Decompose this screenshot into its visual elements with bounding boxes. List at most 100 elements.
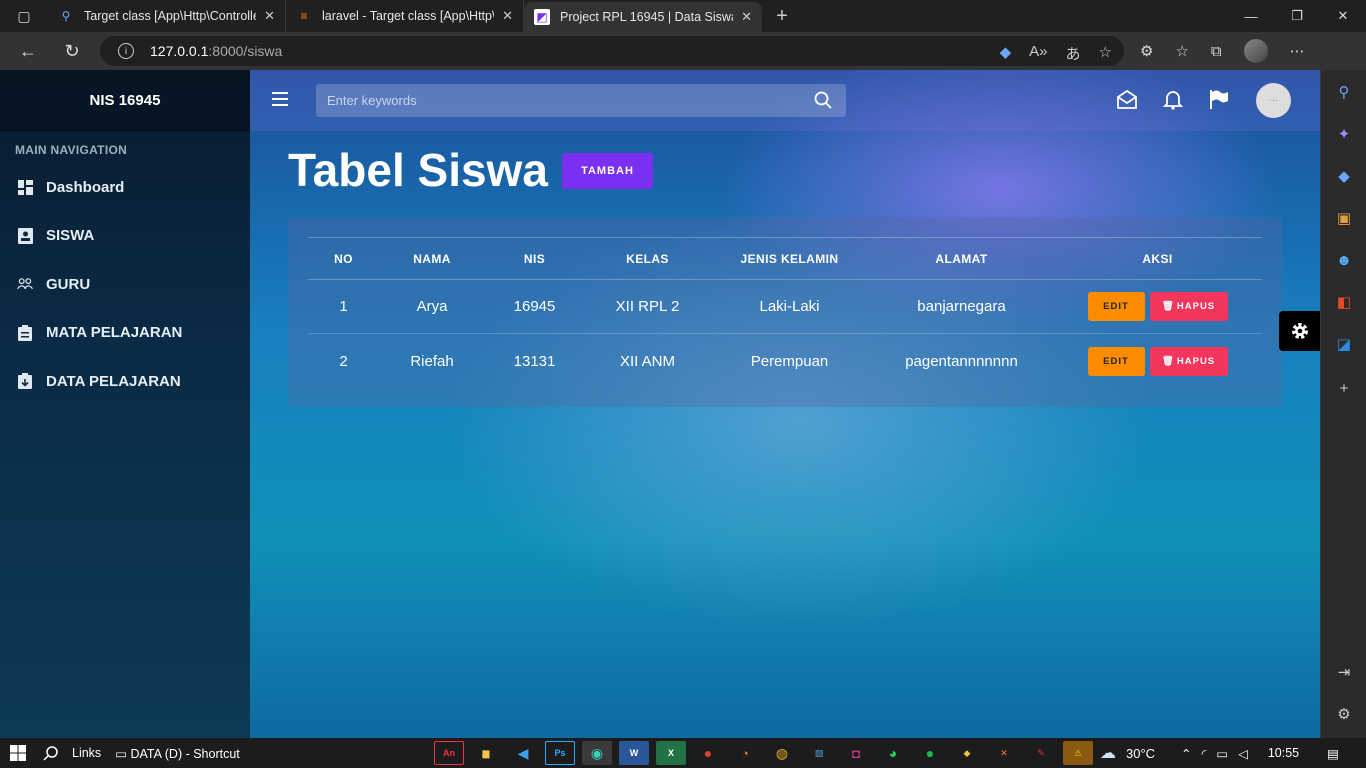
page-viewport: NIS 16945 MAIN NAVIGATION Dashboard SISW… xyxy=(0,70,1320,738)
app-icon[interactable]: ✎ xyxy=(1026,741,1056,765)
coupon-icon[interactable]: ◆ xyxy=(1000,43,1012,64)
xampp-icon[interactable]: ✕ xyxy=(989,741,1019,765)
office-icon[interactable]: ◧ xyxy=(1334,292,1354,312)
table-header: NO NAMA NIS KELAS JENIS KELAMIN ALAMAT A… xyxy=(308,237,1262,280)
cell-kelas: XII ANM xyxy=(619,352,675,370)
word-icon[interactable]: W xyxy=(619,741,649,765)
battery-icon[interactable]: ▭ xyxy=(1216,746,1228,761)
read-aloud-icon[interactable]: A» xyxy=(1029,43,1047,64)
mail-open-icon[interactable] xyxy=(1116,88,1138,115)
windows-start-icon[interactable] xyxy=(0,745,36,761)
file-explorer-icon[interactable]: ▆ xyxy=(471,741,501,765)
edge-icon[interactable]: ◉ xyxy=(582,741,612,765)
browser-tab-3[interactable]: ◩ Project RPL 16945 | Data Siswa ✕ xyxy=(524,2,762,32)
add-button[interactable]: TAMBAH xyxy=(562,153,653,189)
search-input[interactable]: Enter keywords xyxy=(316,84,846,117)
chevron-up-icon[interactable]: ⌃ xyxy=(1181,746,1191,761)
copilot-icon[interactable]: ✦ xyxy=(1334,124,1354,144)
info-icon[interactable]: i xyxy=(118,43,134,59)
excel-icon[interactable]: X xyxy=(656,741,686,765)
sidebar: NIS 16945 MAIN NAVIGATION Dashboard SISW… xyxy=(0,70,250,738)
sidebar-settings-icon[interactable]: ⚙ xyxy=(1334,704,1354,724)
sidebar-item-guru[interactable]: GURU xyxy=(0,260,250,309)
more-icon[interactable]: ⋯ xyxy=(1290,42,1305,60)
browser-tab-2[interactable]: ≡ laravel - Target class [App\Http\C ✕ xyxy=(286,0,524,32)
outlook-icon[interactable]: ◪ xyxy=(1334,334,1354,354)
vscode-icon[interactable]: ◀ xyxy=(508,741,538,765)
search-icon[interactable] xyxy=(814,91,832,112)
settings-gear-icon[interactable] xyxy=(1279,311,1320,351)
profile-avatar[interactable] xyxy=(1243,39,1268,63)
links-toolbar[interactable]: Links xyxy=(72,746,101,760)
bell-icon[interactable] xyxy=(1162,88,1184,115)
delete-button[interactable]: 🗑 HAPUS xyxy=(1149,292,1228,321)
games-icon[interactable]: ☻ xyxy=(1334,250,1354,270)
refresh-icon[interactable]: ↻ xyxy=(50,32,94,70)
page-icon: ◩ xyxy=(534,9,550,25)
sidebar-item-label: GURU xyxy=(46,275,91,293)
sidebar-item-data-pelajaran[interactable]: DATA PELAJARAN xyxy=(0,357,250,406)
flag-icon[interactable] xyxy=(1208,88,1230,115)
spotify-icon[interactable]: ● xyxy=(915,741,945,765)
window-close-icon[interactable]: ✕ xyxy=(1320,0,1366,32)
tab-title: Project RPL 16945 | Data Siswa xyxy=(560,10,734,24)
search-icon[interactable]: ⚲ xyxy=(1334,82,1354,102)
column-header: AKSI xyxy=(1142,251,1173,266)
chrome-icon[interactable]: ◍ xyxy=(767,741,797,765)
sidebar-item-mata-pelajaran[interactable]: MATA PELAJARAN xyxy=(0,309,250,358)
tools-icon[interactable]: ▣ xyxy=(1334,208,1354,228)
instagram-icon[interactable]: ◘ xyxy=(841,741,871,765)
close-icon[interactable]: ✕ xyxy=(264,8,275,24)
sidebar-item-label: Dashboard xyxy=(46,178,125,196)
taskbar-search-icon[interactable] xyxy=(36,745,66,761)
sidebar-item-dashboard[interactable]: Dashboard xyxy=(0,163,250,212)
favorite-add-icon[interactable]: ☆ xyxy=(1099,43,1112,64)
new-tab-button[interactable]: + xyxy=(762,5,802,28)
taskbar: Links ▭ DATA (D) - Shortcut An ▆ ◀ Ps ◉ … xyxy=(0,738,1366,768)
app-icon[interactable]: ◆ xyxy=(952,741,982,765)
sidebar-item-label: SISWA xyxy=(46,227,95,245)
translate-icon[interactable]: あ xyxy=(1066,43,1081,64)
wifi-icon[interactable]: ◜ xyxy=(1202,746,1207,761)
close-icon[interactable]: ✕ xyxy=(741,9,752,25)
url-field[interactable]: i 127.0.0.1:8000/siswa ◆ A» あ ☆ xyxy=(100,36,1124,66)
blender-icon[interactable]: ◔ xyxy=(730,741,760,765)
browser-tab-1[interactable]: ⚲ Target class [App\Http\Controlle ✕ xyxy=(48,0,286,32)
whatsapp-icon[interactable]: ◕ xyxy=(878,741,908,765)
minimize-icon[interactable]: — xyxy=(1228,0,1274,32)
drive-shortcut[interactable]: ▭ DATA (D) - Shortcut xyxy=(115,746,240,761)
warning-icon[interactable]: ⚠ xyxy=(1063,741,1093,765)
hide-sidebar-icon[interactable]: ⇥ xyxy=(1334,662,1354,682)
sidebar-item-siswa[interactable]: SISWA xyxy=(0,212,250,261)
volume-icon[interactable]: ◁ xyxy=(1238,746,1248,761)
favorites-icon[interactable]: ☆ xyxy=(1175,42,1188,60)
edit-button[interactable]: EDIT xyxy=(1087,292,1145,321)
animate-app-icon[interactable]: An xyxy=(434,741,464,765)
delete-button[interactable]: 🗑 HAPUS xyxy=(1149,346,1228,376)
taskbar-apps: An ▆ ◀ Ps ◉ W X ● ◔ ◍ ▨ ◘ ◕ ● ◆ ✕ ✎ ⚠ xyxy=(434,741,1093,765)
top-navbar: Enter keywords ··· xyxy=(250,70,1320,131)
photoshop-icon[interactable]: Ps xyxy=(545,741,575,765)
restore-icon[interactable]: ❐ xyxy=(1274,0,1320,32)
user-avatar[interactable]: ··· xyxy=(1256,83,1291,118)
powerpoint-icon[interactable]: ● xyxy=(693,741,723,765)
cell-kelas: XII RPL 2 xyxy=(615,298,680,315)
clock[interactable]: 10:55 xyxy=(1268,746,1299,760)
brand[interactable]: NIS 16945 xyxy=(0,70,250,131)
extensions-icon[interactable]: ⚙ xyxy=(1140,42,1153,60)
weather-cloud-icon[interactable]: ☁ xyxy=(1100,743,1116,763)
add-icon[interactable]: + xyxy=(1334,378,1354,398)
cell-no: 2 xyxy=(339,352,348,370)
notification-icon[interactable]: ▤ xyxy=(1327,746,1339,761)
delete-label: HAPUS xyxy=(1176,355,1216,367)
nav-section-header: MAIN NAVIGATION xyxy=(15,143,128,157)
menu-toggle-icon[interactable] xyxy=(272,92,288,106)
tab-actions-icon[interactable]: ▢ xyxy=(0,0,48,32)
photos-icon[interactable]: ▨ xyxy=(804,741,834,765)
shopping-tag-icon[interactable]: ◆ xyxy=(1334,166,1354,186)
collections-icon[interactable]: ⧉ xyxy=(1211,43,1222,60)
temperature[interactable]: 30°C xyxy=(1126,746,1155,761)
close-icon[interactable]: ✕ xyxy=(502,8,513,24)
edit-button[interactable]: EDIT xyxy=(1087,346,1145,376)
back-icon[interactable]: ← xyxy=(6,32,50,70)
